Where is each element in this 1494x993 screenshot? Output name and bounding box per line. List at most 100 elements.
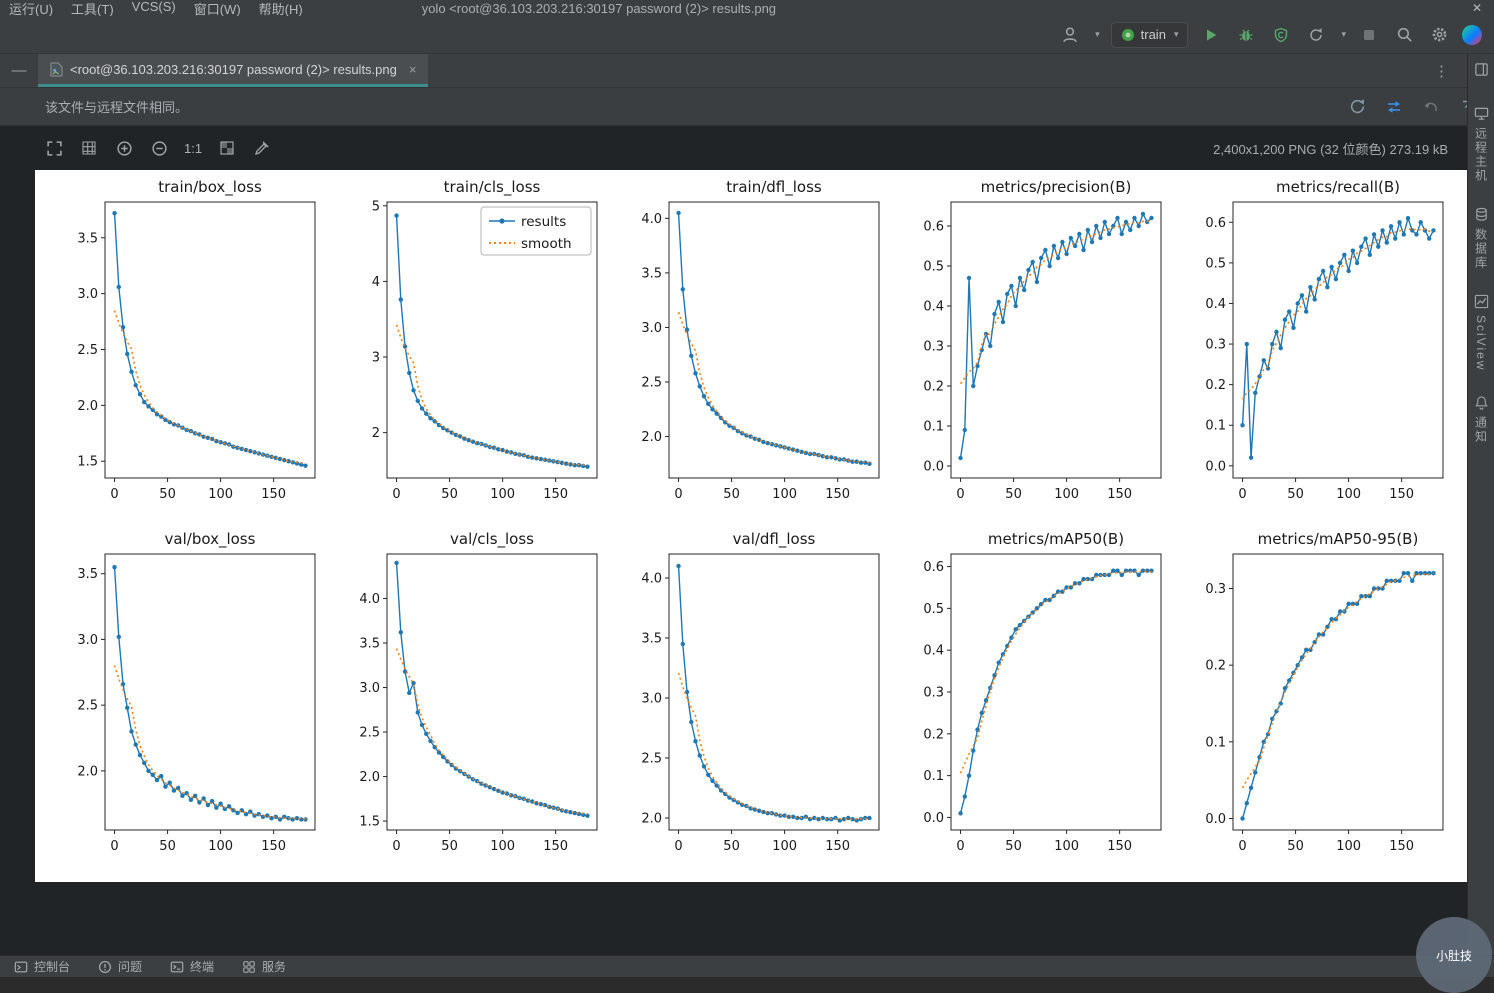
zoom-out-icon[interactable]: [149, 138, 169, 158]
image-info-text: 2,400x1,200 PNG (32 位颜色) 273.19 kB: [1213, 141, 1448, 157]
rollback-icon[interactable]: [1421, 97, 1441, 117]
services-icon: [243, 960, 255, 973]
run-with-coverage-button[interactable]: [1269, 23, 1293, 47]
subplot-val-cls-loss: val/cls_loss 0 50 100 150 1.5 2.0 2.5 3.0 3.5 4.0: [327, 528, 609, 880]
status-label: 终端: [190, 960, 215, 974]
svg-text:train/dfl_loss: train/dfl_loss: [726, 178, 822, 197]
svg-text:3.5: 3.5: [641, 266, 662, 281]
sync-remote-icon[interactable]: [1347, 97, 1367, 117]
menu-help[interactable]: 帮助(H): [250, 0, 312, 17]
svg-text:50: 50: [1287, 487, 1304, 502]
svg-text:150: 150: [261, 487, 286, 502]
stripe-label: 数据库: [1473, 228, 1488, 270]
sidebar-item-notifications[interactable]: 通知: [1473, 395, 1490, 444]
svg-text:2.0: 2.0: [641, 812, 662, 827]
svg-text:150: 150: [543, 839, 568, 854]
svg-text:100: 100: [1336, 487, 1361, 502]
svg-text:0: 0: [392, 839, 400, 854]
editor-options-icon[interactable]: ⋮: [1424, 54, 1460, 87]
search-everywhere-icon[interactable]: [1392, 23, 1416, 47]
window-close-icon[interactable]: ✕: [1472, 1, 1482, 15]
svg-text:50: 50: [1005, 839, 1022, 854]
stop-button[interactable]: [1357, 23, 1381, 47]
svg-text:100: 100: [490, 839, 515, 854]
svg-text:50: 50: [441, 839, 458, 854]
debug-button[interactable]: [1234, 23, 1258, 47]
svg-text:0: 0: [1238, 839, 1246, 854]
svg-text:100: 100: [772, 839, 797, 854]
chart-icon: [1474, 294, 1488, 309]
sidebar-item-remote-host[interactable]: 远程主机: [1473, 106, 1490, 183]
tab-results-png[interactable]: <root@36.103.203.216:30197 password (2)>…: [38, 54, 429, 87]
menu-tools[interactable]: 工具(T): [62, 0, 123, 17]
svg-text:100: 100: [1054, 839, 1079, 854]
svg-text:3.0: 3.0: [77, 633, 98, 648]
transparency-checkerboard-icon[interactable]: [217, 138, 237, 158]
svg-text:3.5: 3.5: [77, 567, 98, 582]
svg-text:0.0: 0.0: [923, 460, 944, 475]
profile-avatar[interactable]: [1462, 24, 1482, 45]
image-viewer-toolbar: 1:1 2,400x1,200 PNG (32 位颜色) 273.19 kB: [0, 126, 1494, 170]
status-item-problems[interactable]: 问题: [98, 958, 142, 975]
svg-text:0: 0: [1238, 487, 1246, 502]
svg-text:4.0: 4.0: [359, 592, 380, 607]
menu-run[interactable]: 运行(U): [0, 0, 62, 17]
user-account-icon[interactable]: [1058, 23, 1082, 47]
svg-text:2.5: 2.5: [77, 343, 98, 358]
rerun-caret-icon: ▾: [1341, 29, 1346, 39]
stripe-label: 远程主机: [1473, 127, 1488, 183]
color-picker-icon[interactable]: [252, 138, 272, 158]
svg-text:150: 150: [825, 839, 850, 854]
subplot-train-dfl-loss: train/dfl_loss 0 50 100 150 2.0 2.5 3.0 3.5 4.0: [609, 176, 891, 528]
run-config-icon: [1121, 28, 1134, 41]
run-config-label: train: [1140, 27, 1166, 42]
terminal-icon: [170, 961, 184, 972]
run-button[interactable]: [1199, 23, 1223, 47]
svg-text:0: 0: [674, 487, 682, 502]
svg-text:2.5: 2.5: [641, 376, 662, 391]
stripe-label: SciView: [1474, 315, 1488, 372]
subplot-train-box-loss: train/box_loss 0 50 100 150 1.5 2.0 2.5 3.0 3.5: [45, 176, 327, 528]
menu-window[interactable]: 窗口(W): [185, 0, 250, 17]
tab-label: <root@36.103.203.216:30197 password (2)>…: [70, 61, 397, 77]
svg-text:0.6: 0.6: [923, 220, 944, 235]
upload-download-icon[interactable]: [1384, 97, 1404, 117]
image-canvas: train/box_loss 0 50 100 150 1.5 2.0 2.5 3.0 3.5 tr…: [0, 170, 1494, 955]
zoom-in-icon[interactable]: [114, 138, 134, 158]
hide-panel-icon[interactable]: —: [0, 54, 38, 87]
tool-window-layout-icon[interactable]: [1474, 62, 1489, 82]
stripe-label: 通知: [1473, 416, 1488, 445]
svg-text:2.5: 2.5: [77, 699, 98, 714]
settings-gear-icon[interactable]: [1427, 23, 1451, 47]
subplot-metrics-mAP50-B-: metrics/mAP50(B) 0 50 100 150 0.0 0.1 0.2 0.3 0.4…: [891, 528, 1173, 880]
svg-text:0.4: 0.4: [923, 644, 944, 659]
svg-text:50: 50: [1287, 839, 1304, 854]
svg-text:150: 150: [1107, 839, 1132, 854]
grid-toggle-icon[interactable]: [79, 138, 99, 158]
svg-text:results: results: [521, 214, 566, 230]
svg-text:0.5: 0.5: [923, 260, 944, 275]
svg-text:100: 100: [772, 487, 797, 502]
status-item-terminal[interactable]: 终端: [170, 958, 214, 975]
tab-close-icon[interactable]: ×: [409, 62, 417, 77]
svg-text:2.0: 2.0: [77, 764, 98, 779]
rerun-button[interactable]: [1304, 23, 1328, 47]
banner-message: 该文件与远程文件相同。: [45, 100, 189, 115]
svg-text:100: 100: [208, 487, 233, 502]
actual-size-button[interactable]: 1:1: [184, 141, 202, 156]
sidebar-item-sciview[interactable]: SciView: [1474, 294, 1489, 371]
svg-text:train/cls_loss: train/cls_loss: [444, 178, 541, 197]
pycharm-window: 运行(U) 工具(T) VCS(S) 窗口(W) 帮助(H) yolo <roo…: [0, 0, 1494, 993]
window-titlebar: 运行(U) 工具(T) VCS(S) 窗口(W) 帮助(H) yolo <roo…: [0, 0, 1494, 16]
results-image: train/box_loss 0 50 100 150 1.5 2.0 2.5 3.0 3.5 tr…: [35, 170, 1467, 882]
sidebar-item-database[interactable]: 数据库: [1473, 207, 1490, 270]
svg-text:0.5: 0.5: [1205, 256, 1226, 271]
status-item-services[interactable]: 服务: [242, 958, 286, 975]
menu-vcs[interactable]: VCS(S): [123, 0, 185, 16]
monitor-icon: [1474, 107, 1488, 120]
subplot-metrics-recall-B-: metrics/recall(B) 0 50 100 150 0.0 0.1 0.2 0.3 0.…: [1173, 176, 1455, 528]
run-configuration-select[interactable]: train ▾: [1110, 21, 1189, 48]
zoom-to-fit-icon[interactable]: [44, 138, 64, 158]
status-item-console[interactable]: 控制台: [14, 958, 70, 975]
svg-text:2.0: 2.0: [359, 770, 380, 785]
